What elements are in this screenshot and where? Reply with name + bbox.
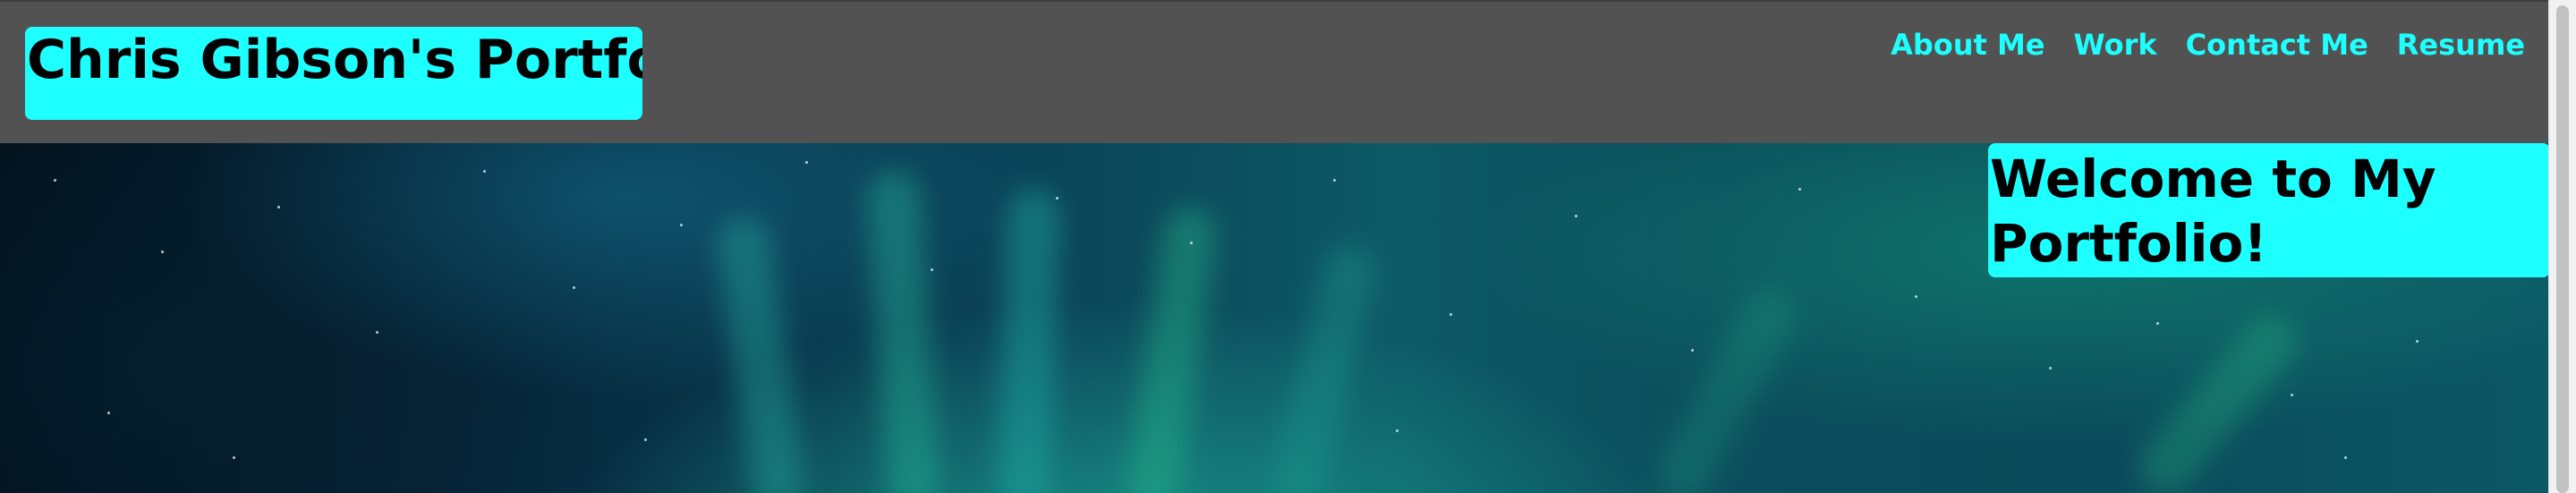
star	[805, 161, 808, 164]
star	[376, 331, 378, 334]
star	[1575, 215, 1577, 217]
star	[107, 412, 110, 414]
aurora-streak	[713, 213, 808, 493]
aurora-streak	[864, 169, 943, 493]
page: Chris Gibson's Portfolio About Me Work C…	[0, 0, 2576, 493]
star	[161, 251, 164, 253]
star	[54, 179, 56, 182]
aurora-streak	[1648, 279, 1806, 493]
star	[931, 268, 933, 271]
nav-link-work[interactable]: Work	[2073, 27, 2156, 63]
star	[644, 438, 647, 441]
star	[680, 224, 683, 226]
star	[1691, 349, 1694, 352]
nav-link-contact-me[interactable]: Contact Me	[2186, 27, 2368, 63]
welcome-heading: Welcome to My Portfolio!	[1988, 143, 2550, 277]
star	[1396, 429, 1399, 432]
nav-link-resume[interactable]: Resume	[2397, 27, 2525, 63]
star	[1915, 295, 1917, 298]
aurora-streak	[2129, 303, 2309, 493]
star	[483, 170, 486, 173]
aurora-streak	[996, 188, 1062, 493]
star	[2344, 456, 2347, 459]
star	[1450, 313, 1452, 316]
nav-link-about-me[interactable]: About Me	[1891, 27, 2045, 63]
site-title[interactable]: Chris Gibson's Portfolio	[25, 27, 642, 120]
vertical-scrollbar[interactable]	[2548, 0, 2576, 493]
star	[1333, 179, 1336, 182]
aurora-streak	[1124, 204, 1220, 493]
star	[573, 286, 575, 289]
star	[2291, 394, 2293, 396]
star	[2416, 340, 2419, 343]
star	[1056, 197, 1058, 200]
star	[2156, 322, 2159, 325]
scrollbar-thumb[interactable]	[2556, 5, 2569, 493]
star	[233, 456, 235, 459]
star	[1190, 242, 1193, 244]
star	[2049, 367, 2052, 370]
star	[1798, 188, 1801, 191]
main-nav: About Me Work Contact Me Resume	[1862, 27, 2525, 63]
star	[277, 206, 280, 208]
aurora-streak	[1265, 240, 1383, 493]
site-header: Chris Gibson's Portfolio About Me Work C…	[0, 0, 2548, 143]
